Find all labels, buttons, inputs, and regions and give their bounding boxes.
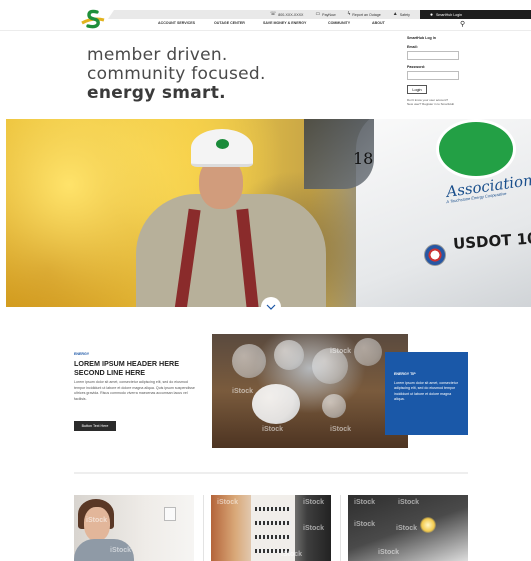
istock-watermark: iStock — [378, 549, 400, 556]
warning-icon: ▲ — [392, 11, 398, 17]
safety-link[interactable]: ▲ Safety — [393, 12, 410, 17]
hero-tagline: member driven. community focused. energy… — [87, 46, 266, 103]
istock-watermark: iStock — [303, 525, 325, 532]
password-label: Password: — [407, 65, 426, 69]
energy-tip-text: Lorem ipsum dolor sit amet, consectetur … — [394, 381, 458, 402]
main-nav: ACCOUNT SERVICES OUTAGE CENTER SAVE MONE… — [150, 21, 450, 29]
card-separator — [340, 495, 341, 561]
istock-watermark: iStock — [281, 551, 303, 558]
tagline-line-3: energy smart. — [87, 83, 226, 103]
password-field[interactable] — [407, 71, 459, 80]
nav-account-services[interactable]: ACCOUNT SERVICES — [158, 21, 195, 25]
card-icon: ▭ — [315, 11, 321, 17]
nav-outage-center[interactable]: OUTAGE CENTER — [214, 21, 245, 25]
tagline-line-1: member driven. — [87, 45, 228, 65]
register-link[interactable]: New user? Register in to SmartHub — [407, 102, 477, 106]
report-outage-link[interactable]: ϟ Report an Outage — [348, 12, 381, 17]
istock-watermark: iStock — [330, 348, 352, 355]
section-divider — [74, 472, 468, 474]
scroll-down-button[interactable] — [261, 297, 281, 317]
phone-icon: ☏ — [270, 11, 277, 17]
search-icon[interactable]: ⚲ — [460, 20, 465, 28]
login-title: SmartHub Log In — [407, 36, 436, 40]
bulb-shape — [322, 394, 346, 418]
istock-watermark: iStock — [303, 499, 325, 506]
nav-about[interactable]: ABOUT — [372, 21, 385, 25]
user-icon: ● — [430, 11, 434, 18]
bulb-shape — [252, 384, 300, 424]
istock-watermark: iStock — [86, 517, 108, 524]
email-label: Email: — [407, 45, 418, 49]
breaker-row — [255, 535, 291, 539]
istock-watermark: iStock — [110, 547, 132, 554]
energy-tip-title: ENERGY TIP — [394, 372, 416, 376]
nav-community[interactable]: COMMUNITY — [328, 21, 350, 25]
bulb-shape — [354, 338, 382, 366]
breaker-row — [255, 507, 291, 511]
chevron-down-icon — [266, 304, 276, 310]
section-eyebrow: ENERGY — [74, 352, 90, 356]
istock-watermark: iStock — [217, 499, 239, 506]
istock-watermark: iStock — [398, 499, 420, 506]
light-bulbs-image: iStock iStock iStock iStock — [212, 334, 408, 448]
bulb-shape — [274, 340, 304, 370]
login-button[interactable]: Login — [407, 85, 427, 94]
bulb-shape — [232, 344, 266, 378]
woman-face — [84, 507, 110, 541]
istock-watermark: iStock — [396, 525, 418, 532]
card-separator — [203, 495, 204, 561]
istock-watermark: iStock — [354, 499, 376, 506]
truck-seal — [424, 244, 446, 266]
thermostat-device — [164, 507, 176, 521]
nav-save-money-energy[interactable]: SAVE MONEY & ENERGY — [263, 21, 306, 25]
section-body: Lorem ipsum dolor sit amet, consectetur … — [74, 380, 195, 401]
smarthub-login-button[interactable]: ● SmartHub Login — [420, 10, 531, 19]
hero-image: 18 Association A Touchstone Energy Coope… — [6, 119, 531, 307]
istock-watermark: iStock — [330, 426, 352, 433]
lineman-body — [136, 194, 326, 307]
energy-tip-card: ENERGY TIP Lorem ipsum dolor sit amet, c… — [385, 352, 468, 435]
card-electrical-panel[interactable]: iStock iStock iStock iStock — [211, 495, 331, 561]
lit-bulb — [420, 517, 436, 533]
email-field[interactable] — [407, 51, 459, 60]
breaker-row — [255, 521, 291, 525]
bolt-icon: ϟ — [347, 11, 351, 17]
tagline-line-2: community focused. — [87, 64, 266, 84]
phone-link[interactable]: ☏ 800-XXX-XXXX — [270, 12, 303, 17]
istock-watermark: iStock — [354, 521, 376, 528]
cooperative-logo[interactable] — [80, 8, 106, 30]
card-thermostat[interactable]: iStock iStock — [74, 495, 194, 561]
paynow-link[interactable]: ▭ PayNow — [315, 12, 335, 17]
hard-hat-logo — [216, 139, 229, 149]
istock-watermark: iStock — [262, 426, 284, 433]
association-logo — [436, 119, 516, 179]
smarthub-login-form: SmartHub Log In Email: Password: Login D… — [407, 36, 477, 106]
section-title: LOREM IPSUM HEADER HERE SECOND LINE HERE — [74, 359, 180, 377]
header-divider — [0, 30, 531, 31]
card-lighting[interactable]: iStock iStock iStock iStock iStock — [348, 495, 468, 561]
istock-watermark: iStock — [232, 388, 254, 395]
utility-links: ☏ 800-XXX-XXXX ▭ PayNow ϟ Report an Outage … — [270, 10, 410, 19]
truck-number: 18 — [353, 149, 374, 168]
section-cta-button[interactable]: Button Text Here — [74, 421, 116, 431]
